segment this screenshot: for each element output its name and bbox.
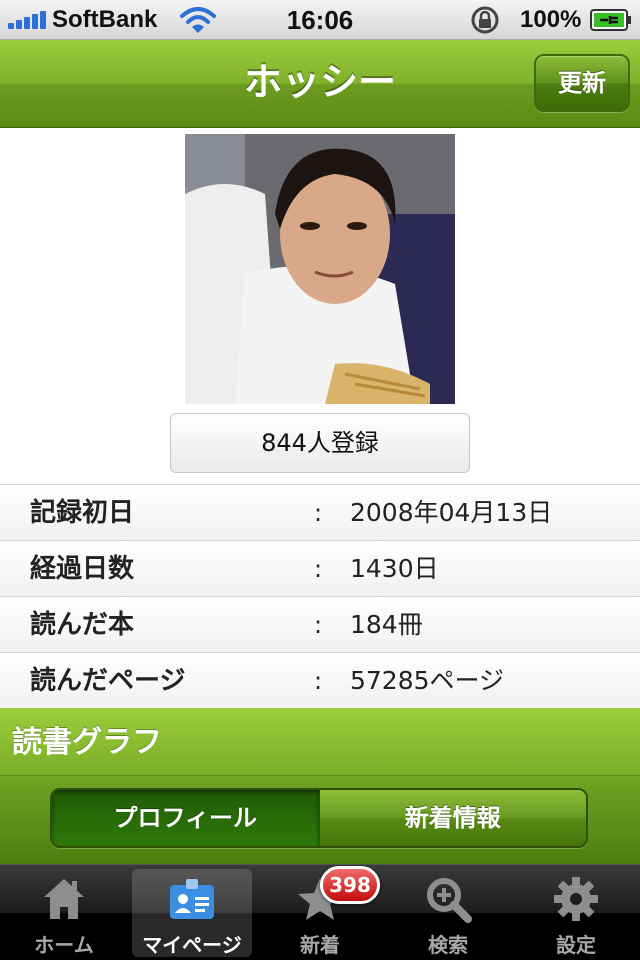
profile-photo-image: [185, 134, 455, 404]
tab-mypage[interactable]: マイページ: [132, 869, 252, 957]
section-title: 読書グラフ: [12, 725, 162, 760]
tab-home[interactable]: ホーム: [4, 869, 124, 957]
stat-label: 経過日数: [30, 554, 135, 584]
stat-separator: :: [314, 667, 323, 695]
segment-profile[interactable]: プロフィール: [52, 790, 319, 846]
stat-row-first-record: 記録初日 : 2008年04月13日: [0, 485, 640, 541]
stat-row-pages-read: 読んだページ : 57285ページ: [0, 653, 640, 709]
stat-row-elapsed-days: 経過日数 : 1430日: [0, 541, 640, 597]
reading-graph-header[interactable]: 読書グラフ: [0, 708, 640, 776]
profile-photo: [185, 134, 455, 404]
stat-label: 読んだページ: [30, 666, 186, 696]
stat-value: 184冊: [350, 610, 423, 639]
tab-label: マイページ: [142, 933, 242, 957]
stat-value: 57285ページ: [350, 666, 505, 695]
stat-separator: :: [314, 555, 323, 583]
home-icon: [44, 879, 84, 919]
tab-label: 検索: [428, 933, 468, 957]
segment-bar: プロフィール 新着情報: [0, 776, 640, 864]
stat-separator: :: [314, 611, 323, 639]
segment-news[interactable]: 新着情報: [318, 790, 586, 846]
rotation-lock-icon: [471, 6, 499, 34]
stat-value: 1430日: [350, 554, 439, 583]
battery-percentage: 100%: [520, 6, 582, 33]
stat-label: 読んだ本: [30, 610, 135, 640]
registered-count-button[interactable]: 844人登録: [170, 413, 470, 473]
segmented-control: プロフィール 新着情報: [50, 788, 588, 848]
stat-row-books-read: 読んだ本 : 184冊: [0, 597, 640, 653]
refresh-button[interactable]: 更新: [534, 54, 630, 112]
mypage-icon: [170, 879, 214, 919]
notification-badge: 398: [320, 866, 380, 904]
gear-icon: [554, 877, 598, 921]
status-bar: SoftBank 16:06 100%: [0, 0, 640, 40]
stat-value: 2008年04月13日: [350, 498, 553, 527]
stat-separator: :: [314, 499, 323, 527]
search-icon: [427, 878, 472, 923]
stat-label: 記録初日: [30, 498, 135, 528]
profile-stats: 記録初日 : 2008年04月13日 経過日数 : 1430日 読んだ本 : 1…: [0, 484, 640, 709]
navigation-bar: ホッシー 更新: [0, 40, 640, 128]
tab-label: 新着: [300, 933, 340, 957]
tab-settings[interactable]: 設定: [516, 869, 636, 957]
tab-label: 設定: [556, 933, 596, 957]
tab-label: ホーム: [34, 933, 94, 957]
tab-search[interactable]: 検索: [388, 869, 508, 957]
battery-icon: [590, 9, 631, 31]
